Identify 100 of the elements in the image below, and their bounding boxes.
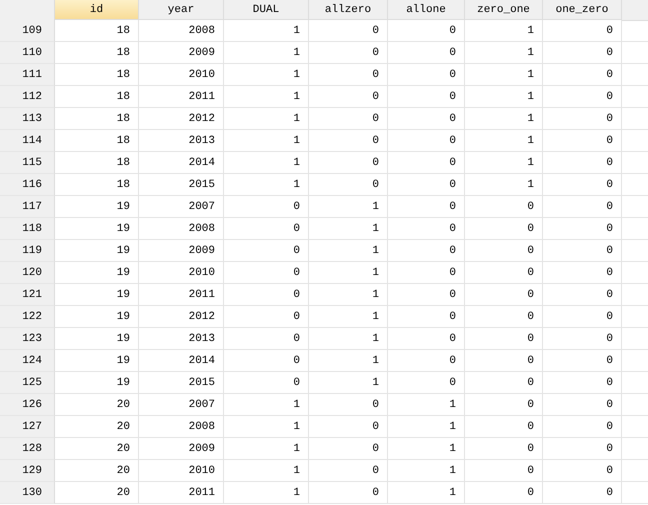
table-cell: 2012 (139, 306, 224, 328)
table-cell: 0 (309, 130, 388, 152)
table-cell: 1 (224, 152, 309, 174)
table-cell: 0 (543, 438, 622, 460)
table-cell: 0 (465, 372, 543, 394)
row-number: 117 (0, 196, 55, 218)
table-cell: 1 (388, 416, 465, 438)
table-cell: 1 (309, 262, 388, 284)
table-cell: 0 (465, 284, 543, 306)
table-cell: 19 (55, 328, 139, 350)
table-cell: 0 (543, 240, 622, 262)
column-header[interactable]: id (55, 0, 139, 20)
table-cell: 1 (224, 42, 309, 64)
column-header[interactable]: year (139, 0, 224, 20)
table-cell: 0 (465, 460, 543, 482)
table-cell: 2014 (139, 350, 224, 372)
table-cell: 0 (388, 108, 465, 130)
table-cell: 0 (543, 174, 622, 196)
table-cell: 2008 (139, 218, 224, 240)
table-cell: 0 (543, 416, 622, 438)
table-cell: 1 (465, 152, 543, 174)
table-cell: 2014 (139, 152, 224, 174)
table-cell: 1 (465, 174, 543, 196)
table-cell: 0 (388, 20, 465, 42)
table-cell: 1 (388, 482, 465, 504)
table-cell: 0 (388, 328, 465, 350)
row-number: 115 (0, 152, 55, 174)
column-header[interactable]: allzero (309, 0, 388, 20)
row-number: 125 (0, 372, 55, 394)
table-cell: 0 (465, 482, 543, 504)
table-cell: 20 (55, 482, 139, 504)
table-cell: 0 (465, 394, 543, 416)
table-cell: 1 (224, 86, 309, 108)
table-cell: 2011 (139, 284, 224, 306)
table-cell: 0 (465, 196, 543, 218)
table-cell: 0 (465, 328, 543, 350)
table-cell: 0 (224, 284, 309, 306)
table-cell: 0 (309, 64, 388, 86)
column-header[interactable]: zero_one (465, 0, 543, 20)
table-cell: 0 (543, 86, 622, 108)
table-cell: 0 (543, 328, 622, 350)
table-cell: 19 (55, 372, 139, 394)
row-number: 128 (0, 438, 55, 460)
table-cell: 18 (55, 174, 139, 196)
table-cell: 1 (224, 174, 309, 196)
table-cell: 1 (224, 460, 309, 482)
table-cell: 19 (55, 306, 139, 328)
table-cell: 1 (309, 218, 388, 240)
header-filler (622, 0, 648, 21)
table-cell: 18 (55, 152, 139, 174)
table-cell: 0 (388, 196, 465, 218)
table-cell: 2013 (139, 328, 224, 350)
row-number: 109 (0, 20, 55, 42)
row-number: 111 (0, 64, 55, 86)
table-cell: 1 (309, 196, 388, 218)
table-cell: 0 (309, 416, 388, 438)
table-cell: 19 (55, 350, 139, 372)
table-cell: 0 (224, 306, 309, 328)
table-cell: 0 (388, 372, 465, 394)
table-cell: 0 (543, 284, 622, 306)
table-cell: 1 (309, 372, 388, 394)
table-cell: 0 (388, 218, 465, 240)
table-cell: 0 (543, 218, 622, 240)
table-cell: 1 (465, 42, 543, 64)
table-cell: 1 (465, 20, 543, 42)
table-cell: 0 (224, 196, 309, 218)
table-cell: 0 (388, 130, 465, 152)
table-cell: 0 (465, 438, 543, 460)
table-cell: 1 (388, 394, 465, 416)
column-header[interactable]: DUAL (224, 0, 309, 20)
table-cell: 2015 (139, 174, 224, 196)
table-cell: 1 (224, 130, 309, 152)
row-number: 130 (0, 482, 55, 504)
table-cell: 19 (55, 240, 139, 262)
column-header[interactable]: one_zero (543, 0, 622, 20)
row-number: 122 (0, 306, 55, 328)
table-cell: 1 (388, 460, 465, 482)
table-cell: 2007 (139, 196, 224, 218)
row-number: 121 (0, 284, 55, 306)
row-number: 127 (0, 416, 55, 438)
row-number: 119 (0, 240, 55, 262)
table-cell: 0 (543, 372, 622, 394)
table-cell: 0 (309, 438, 388, 460)
table-cell: 0 (388, 240, 465, 262)
table-cell: 0 (465, 262, 543, 284)
table-cell: 1 (224, 416, 309, 438)
row-number: 114 (0, 130, 55, 152)
table-cell: 0 (309, 460, 388, 482)
table-cell: 0 (543, 394, 622, 416)
table-cell: 0 (465, 218, 543, 240)
table-cell: 0 (388, 174, 465, 196)
column-header[interactable]: allone (388, 0, 465, 20)
table-cell: 18 (55, 64, 139, 86)
table-cell: 2011 (139, 482, 224, 504)
table-cell: 0 (309, 152, 388, 174)
table-cell: 0 (543, 460, 622, 482)
table-cell: 0 (309, 394, 388, 416)
table-cell: 0 (388, 284, 465, 306)
table-cell: 2010 (139, 64, 224, 86)
table-cell: 0 (388, 306, 465, 328)
